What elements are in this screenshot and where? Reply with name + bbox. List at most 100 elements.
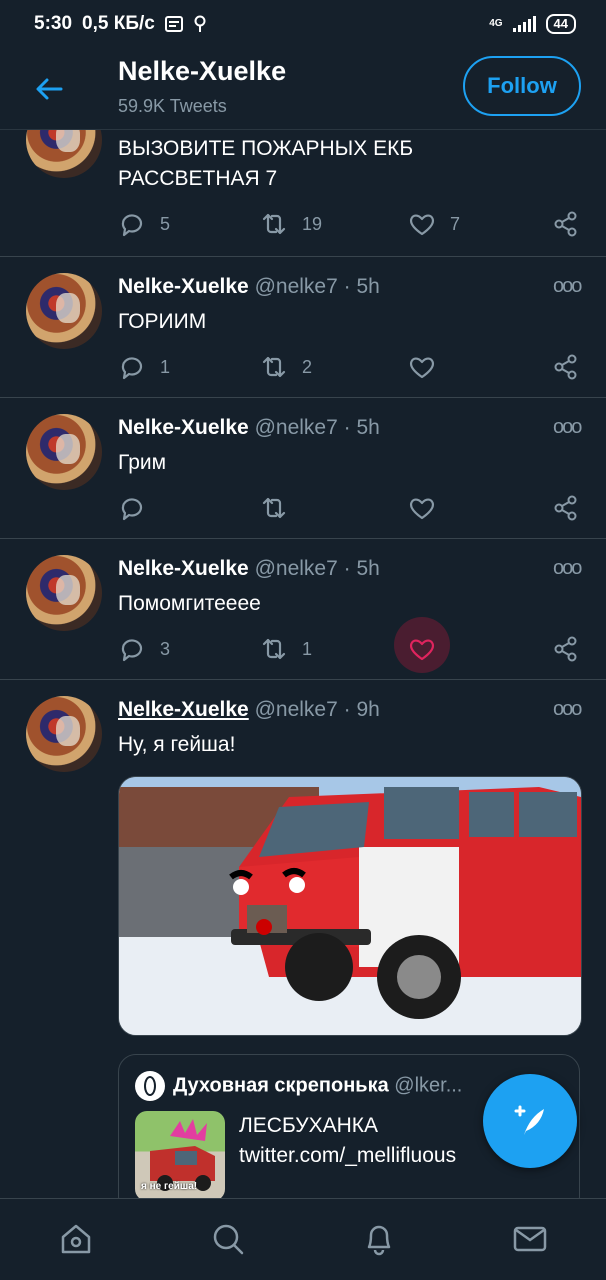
tweet[interactable]: Nelke-Xuelke @nelke7 · 5h ooo Помомгитее…: [0, 539, 606, 680]
tweet[interactable]: ВЫЗОВИТЕ ПОЖАРНЫХ ЕКБ РАССВЕТНАЯ 7 5 19 …: [0, 130, 606, 257]
reply-button[interactable]: 1: [118, 349, 170, 385]
tweet-text: Ну, я гейша!: [118, 733, 236, 756]
tweet-text: Грим: [118, 451, 167, 474]
tweet-count: 59.9K Tweets: [118, 96, 227, 116]
battery-icon: 44: [545, 14, 576, 34]
reply-icon: [121, 357, 143, 380]
share-icon: [554, 354, 577, 380]
quote-text-line1: ЛЕСБУХАНКА: [239, 1114, 379, 1137]
tweet-actions: 1 2: [118, 349, 588, 385]
follow-button[interactable]: Follow: [463, 56, 581, 116]
retweet-count: 1: [302, 638, 313, 659]
avatar[interactable]: [26, 273, 102, 349]
retweet-icon: [262, 497, 286, 519]
share-icon: [554, 636, 577, 662]
like-button-active[interactable]: [394, 617, 450, 673]
like-button[interactable]: [408, 490, 436, 526]
quote-avatar: [135, 1071, 165, 1101]
location-icon: [194, 15, 206, 32]
network-type: 4G: [489, 18, 503, 29]
author-name[interactable]: Nelke-Xuelke: [118, 557, 249, 580]
author-name[interactable]: Nelke-Xuelke: [118, 698, 249, 721]
quote-text: ЛЕСБУХАНКА twitter.com/_mellifluous: [239, 1111, 456, 1171]
retweet-count: 2: [302, 356, 313, 377]
tweet-header: Nelke-Xuelke @nelke7 · 5h: [118, 416, 380, 440]
avatar[interactable]: [26, 130, 102, 178]
author-name[interactable]: Nelke-Xuelke: [118, 275, 249, 298]
like-count: 7: [450, 213, 461, 234]
more-options-icon[interactable]: ooo: [553, 557, 582, 580]
like-button[interactable]: [408, 349, 436, 385]
compose-tweet-button[interactable]: [483, 1074, 577, 1168]
reply-button[interactable]: [118, 490, 146, 526]
bottom-navigation: [0, 1198, 606, 1280]
quote-thumbnail: я не гейша!: [135, 1111, 225, 1198]
retweet-icon: [262, 213, 286, 235]
tweet-header: Nelke-Xuelke @nelke7 · 9h: [118, 698, 380, 722]
tweet[interactable]: Nelke-Xuelke @nelke7 · 5h ooo Грим: [0, 398, 606, 539]
author-name[interactable]: Nelke-Xuelke: [118, 416, 249, 439]
search-icon[interactable]: [210, 1221, 246, 1257]
reply-count: 1: [160, 356, 171, 377]
share-button[interactable]: [552, 631, 580, 667]
reply-button[interactable]: 5: [118, 206, 170, 242]
like-button[interactable]: 7: [408, 206, 460, 242]
author-handle: @nelke7 · 5h: [254, 557, 380, 580]
reply-count: 5: [160, 213, 171, 234]
messages-icon[interactable]: [512, 1221, 548, 1257]
profile-name: Nelke-Xuelke: [118, 56, 287, 86]
retweet-button[interactable]: 19: [260, 206, 322, 242]
share-button[interactable]: [552, 349, 580, 385]
retweet-button[interactable]: 1: [260, 631, 312, 667]
tweet-text: Помомгитееее: [118, 592, 261, 615]
profile-header: Nelke-Xuelke 59.9K Tweets Follow: [0, 48, 606, 130]
retweet-icon: [262, 638, 286, 660]
tweet-image[interactable]: [118, 776, 582, 1036]
author-handle: @nelke7 · 5h: [254, 275, 380, 298]
avatar[interactable]: [26, 555, 102, 631]
tweet-header: Nelke-Xuelke @nelke7 · 5h: [118, 275, 380, 299]
tweet[interactable]: Nelke-Xuelke @nelke7 · 5h ooo ГОРИИМ 1 2: [0, 257, 606, 398]
status-bar: 5:30 0,5 КБ/с 4G 44: [0, 0, 606, 48]
heart-icon: [410, 214, 434, 236]
notifications-icon[interactable]: [361, 1221, 397, 1257]
tweet-feed: ВЫЗОВИТЕ ПОЖАРНЫХ ЕКБ РАССВЕТНАЯ 7 5 19 …: [0, 130, 606, 1198]
share-icon: [554, 211, 577, 237]
tweet-actions: 5 19 7: [118, 206, 588, 242]
quote-header: Духовная скрепонька @lker...: [135, 1071, 462, 1101]
reply-count: 3: [160, 638, 171, 659]
retweet-button[interactable]: [260, 490, 288, 526]
share-button[interactable]: [552, 490, 580, 526]
more-options-icon[interactable]: ooo: [553, 275, 582, 298]
quote-text-link[interactable]: twitter.com/_mellifluous: [239, 1141, 456, 1171]
reply-icon: [121, 639, 143, 662]
avatar[interactable]: [26, 696, 102, 772]
heart-icon: [410, 639, 434, 661]
home-icon[interactable]: [58, 1221, 94, 1257]
reply-icon: [121, 498, 143, 521]
author-handle: @nelke7 · 9h: [254, 698, 380, 721]
status-speed: 0,5 КБ/с: [82, 13, 155, 34]
share-icon: [554, 495, 577, 521]
share-button[interactable]: [552, 206, 580, 242]
more-options-icon[interactable]: ooo: [553, 698, 582, 721]
more-options-icon[interactable]: ooo: [553, 416, 582, 439]
quote-thumbnail-caption: я не гейша!: [141, 1181, 198, 1192]
quote-author-name: Духовная скрепонька: [173, 1074, 389, 1097]
tweet-text: ГОРИИМ: [118, 310, 207, 333]
tweet-actions: [118, 490, 588, 526]
message-icon: [164, 16, 183, 32]
back-arrow-icon[interactable]: [34, 74, 64, 104]
signal-icon: [512, 16, 536, 32]
retweet-count: 19: [302, 213, 323, 234]
heart-icon: [410, 357, 434, 379]
retweet-icon: [262, 356, 286, 378]
reply-button[interactable]: 3: [118, 631, 170, 667]
author-handle: @nelke7 · 5h: [254, 416, 380, 439]
avatar[interactable]: [26, 414, 102, 490]
retweet-button[interactable]: 2: [260, 349, 312, 385]
compose-feather-icon: [514, 1105, 544, 1135]
reply-icon: [121, 214, 143, 237]
fire-van-photo: [119, 777, 581, 1035]
heart-icon: [410, 498, 434, 520]
